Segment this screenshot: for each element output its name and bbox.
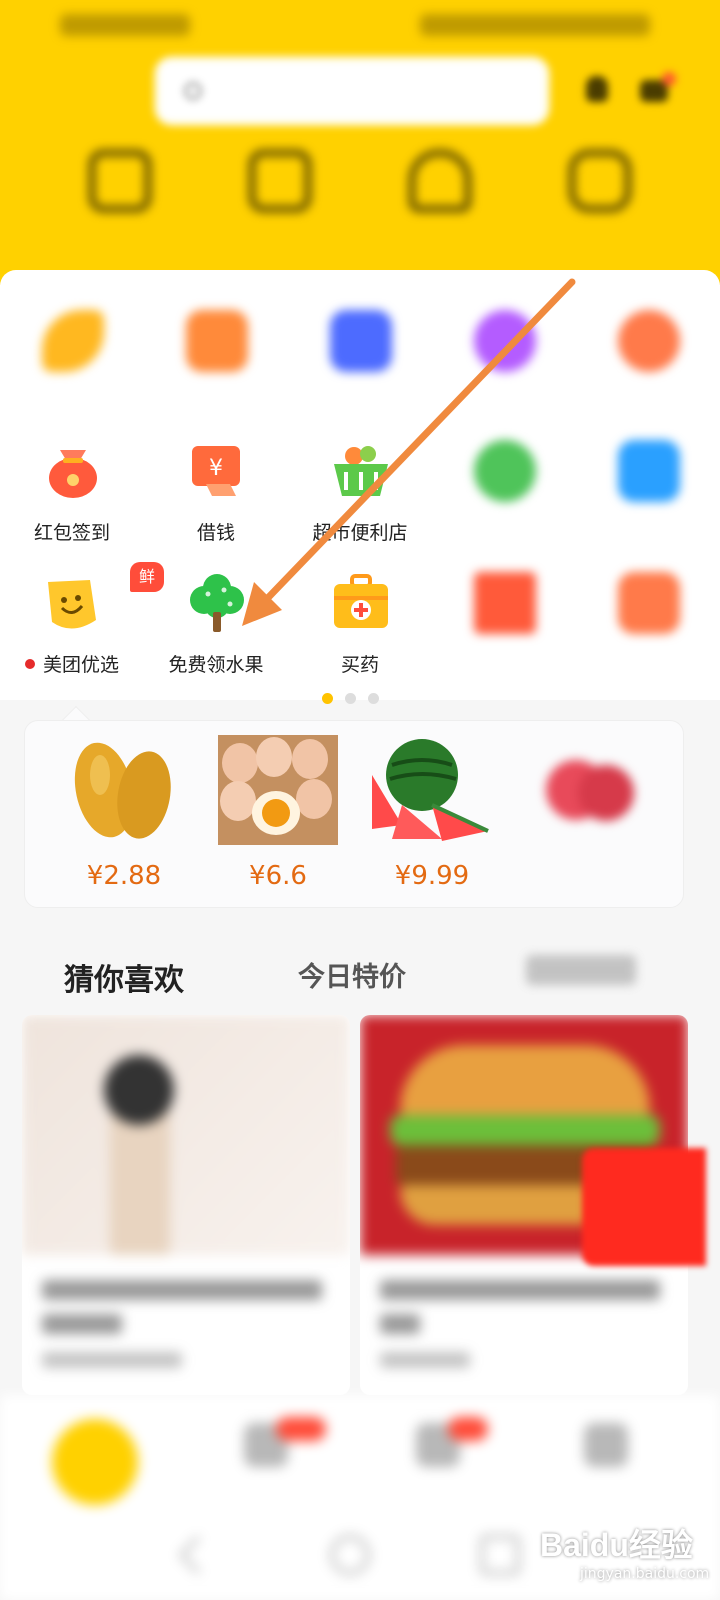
watermelon-image — [372, 735, 492, 845]
red-dot — [24, 659, 35, 669]
grid-item-blurred-3[interactable] — [288, 310, 432, 430]
system-home-button[interactable] — [330, 1535, 370, 1575]
grid-item-blurred-9[interactable] — [576, 572, 720, 692]
top-category-1[interactable] — [65, 140, 175, 260]
page-dot — [368, 693, 379, 704]
grid-label: 美团优选 — [42, 654, 119, 676]
top-categories — [0, 140, 720, 260]
tab-today-deals[interactable]: 今日特价 — [298, 955, 406, 994]
watermark-url: jingyan.baidu.com — [580, 1566, 710, 1582]
feed-card-image — [22, 1015, 350, 1255]
smiley-bag-icon: 鲜 — [42, 562, 164, 634]
watermark-brand: Baidu经验 — [540, 1527, 693, 1563]
basket-icon — [330, 440, 392, 502]
feed-card-1[interactable] — [22, 1015, 350, 1395]
product-blurred[interactable] — [511, 735, 661, 905]
red-envelope-icon — [42, 440, 104, 502]
feed-tabs: 猜你喜欢 今日特价 — [0, 935, 720, 1005]
nav-item-4[interactable] — [576, 1423, 636, 1493]
grid-item-red-envelope[interactable]: 红包签到 — [0, 440, 144, 560]
mango-image — [64, 735, 184, 845]
grid-item-meituan-youxuan[interactable]: 鲜 美团优选 — [0, 562, 164, 692]
grid-item-blurred-2[interactable] — [144, 310, 288, 430]
grid-item-blurred-4[interactable] — [432, 310, 576, 430]
top-category-3[interactable] — [385, 140, 495, 260]
top-category-2[interactable] — [225, 140, 335, 260]
grid-item-blurred-6[interactable] — [432, 440, 576, 560]
medicine-box-icon — [330, 572, 392, 634]
nav-home-button[interactable] — [52, 1419, 138, 1505]
grid-label: 红包签到 — [33, 522, 110, 544]
grid-label: 借钱 — [196, 522, 235, 544]
page-dot — [345, 693, 356, 704]
yuan-card-icon: ¥ — [186, 440, 248, 502]
nav-item-3[interactable] — [408, 1417, 488, 1493]
product-watermelon[interactable]: ¥9.99 — [357, 735, 507, 905]
nav-item-2[interactable] — [236, 1417, 326, 1493]
grid-label: 买药 — [340, 654, 379, 676]
system-recents-button[interactable] — [480, 1535, 520, 1575]
baidu-watermark: Baidu经验 jingyan.baidu.com — [540, 1520, 710, 1590]
grid-label: 超市便利店 — [312, 522, 408, 544]
grid-item-blurred-5[interactable] — [576, 310, 720, 430]
svg-text:¥: ¥ — [209, 456, 223, 481]
product-price: ¥9.99 — [394, 861, 470, 891]
product-mango[interactable]: ¥2.88 — [49, 735, 199, 905]
search-icon — [184, 82, 202, 100]
page-dot-active — [322, 693, 333, 704]
grid-item-blurred-7[interactable] — [576, 440, 720, 560]
system-back-button[interactable] — [178, 1535, 218, 1575]
tab-guess-you-like[interactable]: 猜你喜欢 — [64, 955, 184, 999]
floating-red-promo[interactable] — [582, 1148, 706, 1266]
product-price: ¥6.6 — [249, 861, 307, 891]
location-selector[interactable] — [40, 64, 130, 128]
grid-item-blurred-1[interactable] — [0, 310, 144, 430]
scan-icon[interactable] — [580, 72, 614, 106]
top-category-4[interactable] — [545, 140, 655, 260]
product-eggs[interactable]: ¥6.6 — [203, 735, 353, 905]
feed-card-text — [380, 1280, 660, 1382]
tree-icon — [186, 572, 248, 634]
tab-blurred[interactable] — [526, 955, 636, 985]
page-indicator — [322, 693, 392, 705]
grid-item-free-fruit[interactable]: 免费领水果 — [144, 572, 288, 692]
search-input[interactable] — [158, 60, 546, 122]
eggs-image — [218, 735, 338, 845]
feed-card-text — [42, 1280, 322, 1382]
product-price: ¥2.88 — [86, 861, 162, 891]
message-icon[interactable] — [638, 72, 676, 106]
grid-item-borrow[interactable]: ¥ 借钱 — [144, 440, 288, 560]
status-bar — [0, 0, 720, 50]
grid-item-buy-medicine[interactable]: 买药 — [288, 572, 432, 692]
header — [0, 0, 720, 285]
grid-item-supermarket[interactable]: 超市便利店 — [288, 440, 432, 560]
grid-item-blurred-8[interactable] — [432, 572, 576, 692]
grid-label: 免费领水果 — [168, 654, 264, 676]
fruit-product-strip: ¥2.88 ¥6.6 ¥9.99 — [24, 720, 684, 908]
